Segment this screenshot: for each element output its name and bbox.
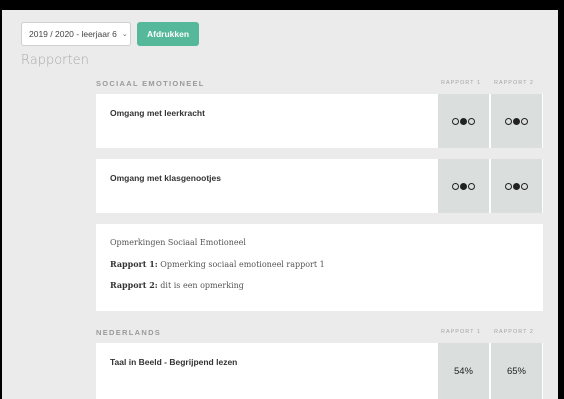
rapport-2-score	[491, 159, 542, 213]
rating-dot-empty	[468, 117, 475, 125]
chevron-down-icon: ⌄	[121, 31, 128, 38]
assessment-row: Taal in Beeld - Begrijpend lezen 54% 65%	[96, 343, 543, 399]
score-value: 65%	[506, 365, 526, 377]
assessment-row: Omgang met klasgenootjes	[96, 159, 543, 213]
section-title: SOCIAAL EMOTIONEEL	[96, 78, 205, 88]
rating-dots	[505, 182, 528, 190]
section-title: NEDERLANDS	[96, 327, 162, 337]
remark-tag: Rapport 2:	[110, 280, 158, 290]
rating-dot-empty	[468, 182, 475, 190]
rapport-1-score	[438, 94, 489, 148]
assessment-label: Omgang met klasgenootjes	[110, 173, 221, 183]
rapport-2-score	[491, 94, 542, 148]
remark-text: Opmerking sociaal emotioneel rapport 1	[157, 260, 325, 269]
column-header-rapport-1: RAPPORT 1	[441, 80, 481, 86]
rating-dots	[452, 182, 475, 190]
remarks-card: Opmerkingen Sociaal Emotioneel Rapport 1…	[96, 224, 543, 311]
rating-dots	[452, 117, 475, 125]
rating-dot-empty	[521, 117, 528, 125]
column-header-rapport-2: RAPPORT 2	[494, 80, 534, 86]
rating-dot-filled	[460, 117, 467, 125]
assessment-label: Omgang met leerkracht	[110, 108, 205, 118]
rapport-2-score: 65%	[491, 343, 542, 399]
rating-dot-filled	[513, 182, 520, 190]
remark-rapport-1: Rapport 1: Opmerking sociaal emotioneel …	[110, 259, 325, 269]
remark-rapport-2: Rapport 2: dit is een opmerking	[110, 280, 244, 290]
assessment-row: Omgang met leerkracht	[96, 94, 543, 148]
section-header-sociaal-emotioneel: SOCIAAL EMOTIONEEL RAPPORT 1 RAPPORT 2	[96, 76, 543, 90]
section-header-nederlands: NEDERLANDS RAPPORT 1 RAPPORT 2	[96, 325, 543, 339]
score-value: 54%	[453, 365, 473, 377]
rating-dot-filled	[460, 182, 467, 190]
rating-dots	[505, 117, 528, 125]
rating-dot-empty	[505, 117, 512, 125]
toolbar: 2019 / 2020 - leerjaar 6 ⌄ Afdrukken	[21, 22, 200, 46]
column-header-rapport-1: RAPPORT 1	[441, 329, 481, 335]
school-year-select[interactable]: 2019 / 2020 - leerjaar 6 ⌄	[21, 22, 131, 46]
remarks-heading: Opmerkingen Sociaal Emotioneel	[110, 238, 246, 247]
remark-tag: Rapport 1:	[110, 259, 158, 269]
rapport-1-score	[438, 159, 489, 213]
rating-dot-empty	[505, 182, 512, 190]
rating-dot-filled	[513, 117, 520, 125]
school-year-select-value: 2019 / 2020 - leerjaar 6	[29, 29, 117, 39]
remark-text: dit is een opmerking	[157, 281, 244, 290]
page-title: Rapporten	[21, 53, 89, 68]
column-header-rapport-2: RAPPORT 2	[494, 329, 534, 335]
rapport-1-score: 54%	[438, 343, 489, 399]
rating-dot-empty	[452, 117, 459, 125]
rating-dot-empty	[452, 182, 459, 190]
assessment-label: Taal in Beeld - Begrijpend lezen	[110, 357, 238, 367]
rating-dot-empty	[521, 182, 528, 190]
print-button[interactable]: Afdrukken	[137, 22, 200, 46]
